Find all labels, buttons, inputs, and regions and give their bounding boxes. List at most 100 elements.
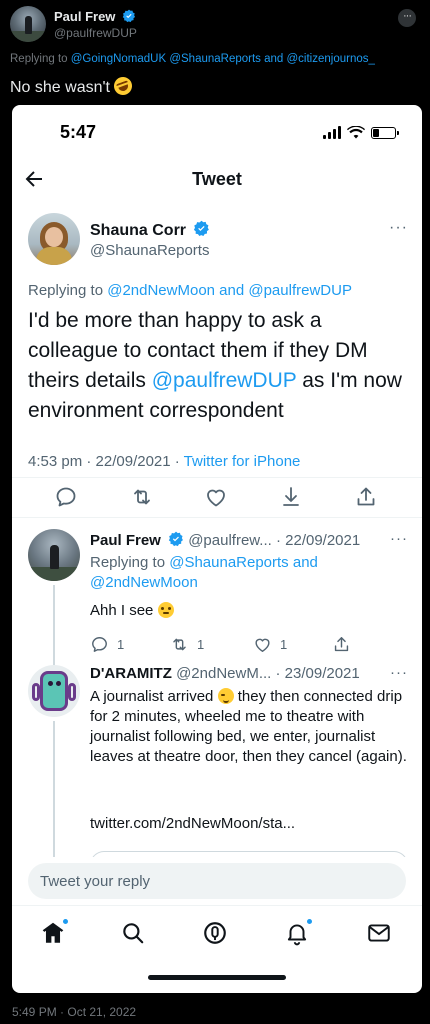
author-name[interactable]: D'ARAMITZ (90, 665, 172, 682)
handle-and-date: @paulfrew... · 22/09/2021 (188, 532, 361, 549)
divider (12, 477, 422, 478)
source-link[interactable]: Twitter for iPhone (184, 453, 301, 470)
avatar[interactable] (28, 665, 80, 717)
avatar-eye (48, 681, 53, 686)
reply-input[interactable] (28, 863, 406, 899)
reply-text-content: Ahh I see (90, 602, 154, 619)
tweet-link[interactable]: twitter.com/2ndNewMoon/sta... (90, 814, 410, 834)
avatar-arm (68, 683, 76, 701)
more-options-icon[interactable]: ··· (389, 219, 408, 237)
replying-to: Replying to @GoingNomadUK @ShaunaReports… (10, 53, 375, 65)
spaces-icon (204, 922, 226, 944)
avatar-arm (32, 683, 40, 701)
more-options-button[interactable]: ··· (398, 9, 416, 27)
wifi-icon (347, 126, 365, 139)
bookmark-down-icon[interactable] (279, 485, 303, 509)
replying-to: Replying to @ShaunaReports and @2ndNewMo… (90, 553, 410, 593)
tweet-text: No she wasn't (10, 74, 135, 98)
avatar[interactable] (10, 6, 46, 42)
rolling-on-floor-laughing-icon (111, 74, 135, 98)
nav-bar: Tweet (12, 157, 422, 201)
tab-home[interactable] (40, 918, 69, 946)
reply-icon[interactable] (54, 485, 78, 509)
reply-text: A journalist arrived they then connected… (90, 687, 410, 767)
retweet-count: 1 (197, 637, 205, 652)
reply-text-content: A journalist arrived (90, 688, 214, 705)
replying-to-links[interactable]: @ShaunaReports and (169, 554, 318, 571)
winking-face-icon (217, 688, 234, 704)
avatar-body (36, 247, 72, 265)
tab-messages[interactable] (366, 920, 392, 946)
flushed-face-icon (157, 602, 174, 618)
handle-and-date: @2ndNewM... · 23/09/2021 (176, 665, 360, 682)
author-handle[interactable]: @ShaunaReports (90, 242, 209, 259)
tab-bar (12, 905, 422, 961)
signal-icon (323, 126, 341, 139)
replying-prefix: Replying to (90, 554, 170, 571)
more-options-icon[interactable]: ··· (390, 530, 408, 547)
tab-search[interactable] (120, 920, 146, 946)
tab-notifications[interactable] (284, 918, 313, 946)
attached-screenshot[interactable]: 5:47 Tweet Shauna Corr @ShaunaReports ··… (12, 105, 422, 993)
mention-link[interactable]: @paulfrewDUP (152, 369, 297, 392)
status-bar: 5:47 (12, 105, 422, 157)
author-handle[interactable]: @paulfrewDUP (54, 26, 137, 40)
share-icon[interactable] (354, 485, 378, 509)
reply-composer (12, 857, 422, 905)
author-name[interactable]: Shauna Corr (90, 220, 210, 240)
avatar[interactable] (28, 529, 80, 581)
tweet-text-content: No she wasn't (10, 79, 110, 96)
reply-header: D'ARAMITZ @2ndNewM... · 23/09/2021 (90, 665, 360, 682)
reply-actions: 1 1 1 (90, 635, 390, 655)
retweet-icon[interactable] (130, 485, 154, 509)
replying-prefix: Replying to (28, 282, 108, 299)
like-count: 1 (280, 637, 288, 652)
tweet-timestamp: 4:53 pm · 22/09/2021 · Twitter for iPhon… (28, 453, 300, 470)
thread-line (53, 721, 55, 861)
like-icon[interactable] (204, 485, 228, 509)
tweet-actions (12, 479, 422, 515)
tweet-text: I'd be more than happy to ask a colleagu… (28, 306, 408, 426)
verified-badge-icon (194, 220, 210, 237)
tab-spaces[interactable] (202, 920, 228, 946)
author-name[interactable]: Paul Frew (90, 532, 161, 549)
avatar-eye (56, 681, 61, 686)
avatar-figure (50, 545, 59, 569)
timestamp-text: 4:53 pm · 22/09/2021 · (28, 453, 184, 470)
replying-to-links[interactable]: @2ndNewMoon (90, 574, 198, 591)
replying-to: Replying to @2ndNewMoon and @paulfrewDUP (28, 282, 352, 299)
replying-to-links[interactable]: @2ndNewMoon and @paulfrewDUP (107, 282, 352, 299)
status-time: 5:47 (60, 122, 97, 142)
home-indicator (148, 975, 286, 980)
reply-header: Paul Frew @paulfrew... · 22/09/2021 (90, 531, 360, 549)
more-icon: ··· (403, 9, 412, 22)
verified-badge-icon (122, 9, 136, 23)
page-title: Tweet (192, 169, 242, 189)
avatar-figure (25, 16, 32, 34)
retweet-button[interactable]: 1 (170, 635, 204, 654)
notification-dot (62, 918, 69, 925)
more-options-icon[interactable]: ··· (390, 664, 408, 681)
share-icon (334, 637, 349, 652)
outer-timestamp: 5:49 PM · Oct 21, 2022 (12, 1005, 137, 1019)
like-button[interactable]: 1 (253, 635, 287, 654)
notification-dot (306, 918, 313, 925)
avatar-robot (40, 671, 68, 711)
reply-icon (92, 637, 107, 652)
avatar[interactable] (28, 213, 80, 265)
thread-line (53, 585, 55, 665)
battery-icon (371, 127, 399, 139)
avatar-face (45, 227, 63, 247)
messages-icon (368, 924, 390, 942)
replying-to-links[interactable]: @GoingNomadUK @ShaunaReports and @citize… (71, 53, 375, 65)
reply-text: Ahh I see (90, 601, 410, 621)
verified-badge-icon (168, 531, 183, 547)
avatar-hill (28, 567, 80, 581)
share-button[interactable] (332, 635, 351, 654)
author-name-text: Shauna Corr (90, 222, 187, 239)
author-name[interactable]: Paul Frew (54, 9, 136, 24)
divider (12, 517, 422, 518)
status-icons (323, 126, 399, 139)
reply-button[interactable]: 1 (90, 635, 124, 654)
outer-tweet-header: Paul Frew @paulfrewDUP ··· (0, 0, 430, 50)
